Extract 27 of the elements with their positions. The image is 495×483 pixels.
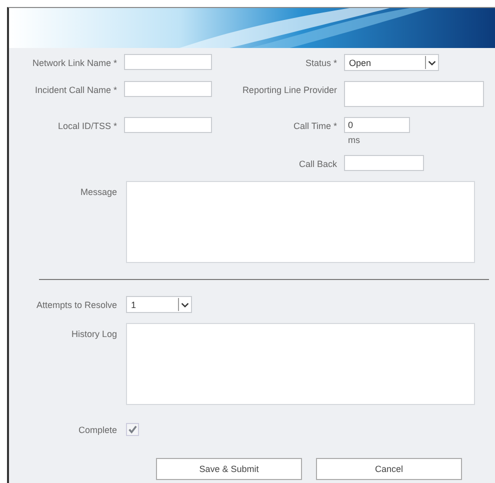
field-label: Local ID/TSS * (56, 120, 117, 131)
caret-icon (425, 56, 436, 69)
field-label: Call Time * (292, 120, 337, 131)
text-area[interactable] (126, 181, 475, 263)
cancel-button[interactable]: Cancel (316, 458, 462, 480)
input-field[interactable] (124, 54, 212, 70)
field-label: Reporting Line Provider (241, 84, 337, 95)
dropdown[interactable]: 1 (126, 296, 192, 313)
save-button[interactable]: Save & Submit (156, 458, 302, 480)
unit-label: ms (347, 135, 361, 145)
dropdown[interactable]: Open (344, 54, 439, 71)
field-label: Attempts to Resolve (35, 299, 117, 310)
text-area[interactable] (126, 323, 475, 405)
input-field[interactable] (124, 117, 212, 133)
field-label: Incident Call Name * (34, 84, 117, 95)
input-field[interactable] (344, 155, 424, 171)
input-field[interactable] (124, 81, 212, 97)
field-label: Message (79, 186, 117, 197)
field-label: History Log (70, 328, 117, 339)
field-label: Complete (77, 424, 117, 434)
field-label: Status * (304, 57, 337, 68)
input-field[interactable] (344, 81, 484, 107)
checkmark-icon (128, 425, 137, 434)
field-label: Network Link Name * (31, 57, 117, 68)
field-label: Call Back (298, 158, 337, 169)
caret-icon (178, 298, 189, 311)
input-field[interactable]: 0 (344, 117, 410, 133)
